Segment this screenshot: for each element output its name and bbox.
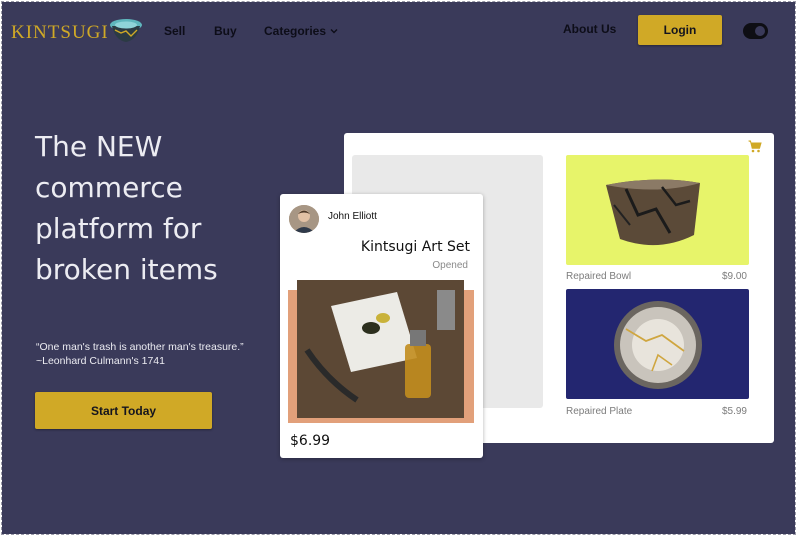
plate-name[interactable]: Repaired Plate xyxy=(566,406,632,417)
start-today-button[interactable]: Start Today xyxy=(35,392,212,429)
nav-link-buy[interactable]: Buy xyxy=(214,24,237,38)
product-price: $6.99 xyxy=(290,433,331,449)
seller-name[interactable]: John Elliott xyxy=(328,211,377,222)
product-status: Opened xyxy=(432,260,468,271)
nav-link-categories[interactable]: Categories xyxy=(264,24,326,38)
repaired-plate-image[interactable] xyxy=(566,289,749,399)
page: KINTSUGI Sell Buy Categories About Us Lo… xyxy=(1,1,796,535)
featured-product-card[interactable]: John Elliott Kintsugi Art Set Opened $6.… xyxy=(280,194,483,458)
bowl-illustration xyxy=(606,179,700,246)
plate-price: $5.99 xyxy=(721,406,747,417)
plate-illustration xyxy=(614,301,702,389)
nav-link-sell[interactable]: Sell xyxy=(164,24,185,38)
quote-attribution: ~Leonhard Culmann's 1741 xyxy=(36,355,165,367)
hero-headline: The NEW commerce platform for broken ite… xyxy=(35,130,218,286)
bowl-name[interactable]: Repaired Bowl xyxy=(566,271,631,282)
seller-avatar[interactable] xyxy=(289,205,319,233)
repaired-bowl-image[interactable] xyxy=(566,155,749,265)
top-nav: KINTSUGI Sell Buy Categories About Us Lo… xyxy=(2,2,795,60)
kintsugi-bowl-icon[interactable] xyxy=(109,18,143,44)
bowl-price: $9.00 xyxy=(721,271,747,282)
art-set-image[interactable] xyxy=(297,280,464,418)
nav-link-about[interactable]: About Us xyxy=(563,22,616,36)
toggle-knob xyxy=(755,26,765,36)
quote-text: “One man's trash is another man's treasu… xyxy=(36,341,244,353)
dark-mode-toggle[interactable] xyxy=(743,23,768,39)
brand-logo-text[interactable]: KINTSUGI xyxy=(11,22,109,44)
product-title[interactable]: Kintsugi Art Set xyxy=(361,239,470,255)
hero-quote: “One man's trash is another man's treasu… xyxy=(36,340,244,368)
cart-icon[interactable] xyxy=(748,140,762,153)
chevron-down-icon[interactable] xyxy=(329,26,339,36)
login-button[interactable]: Login xyxy=(638,15,722,45)
